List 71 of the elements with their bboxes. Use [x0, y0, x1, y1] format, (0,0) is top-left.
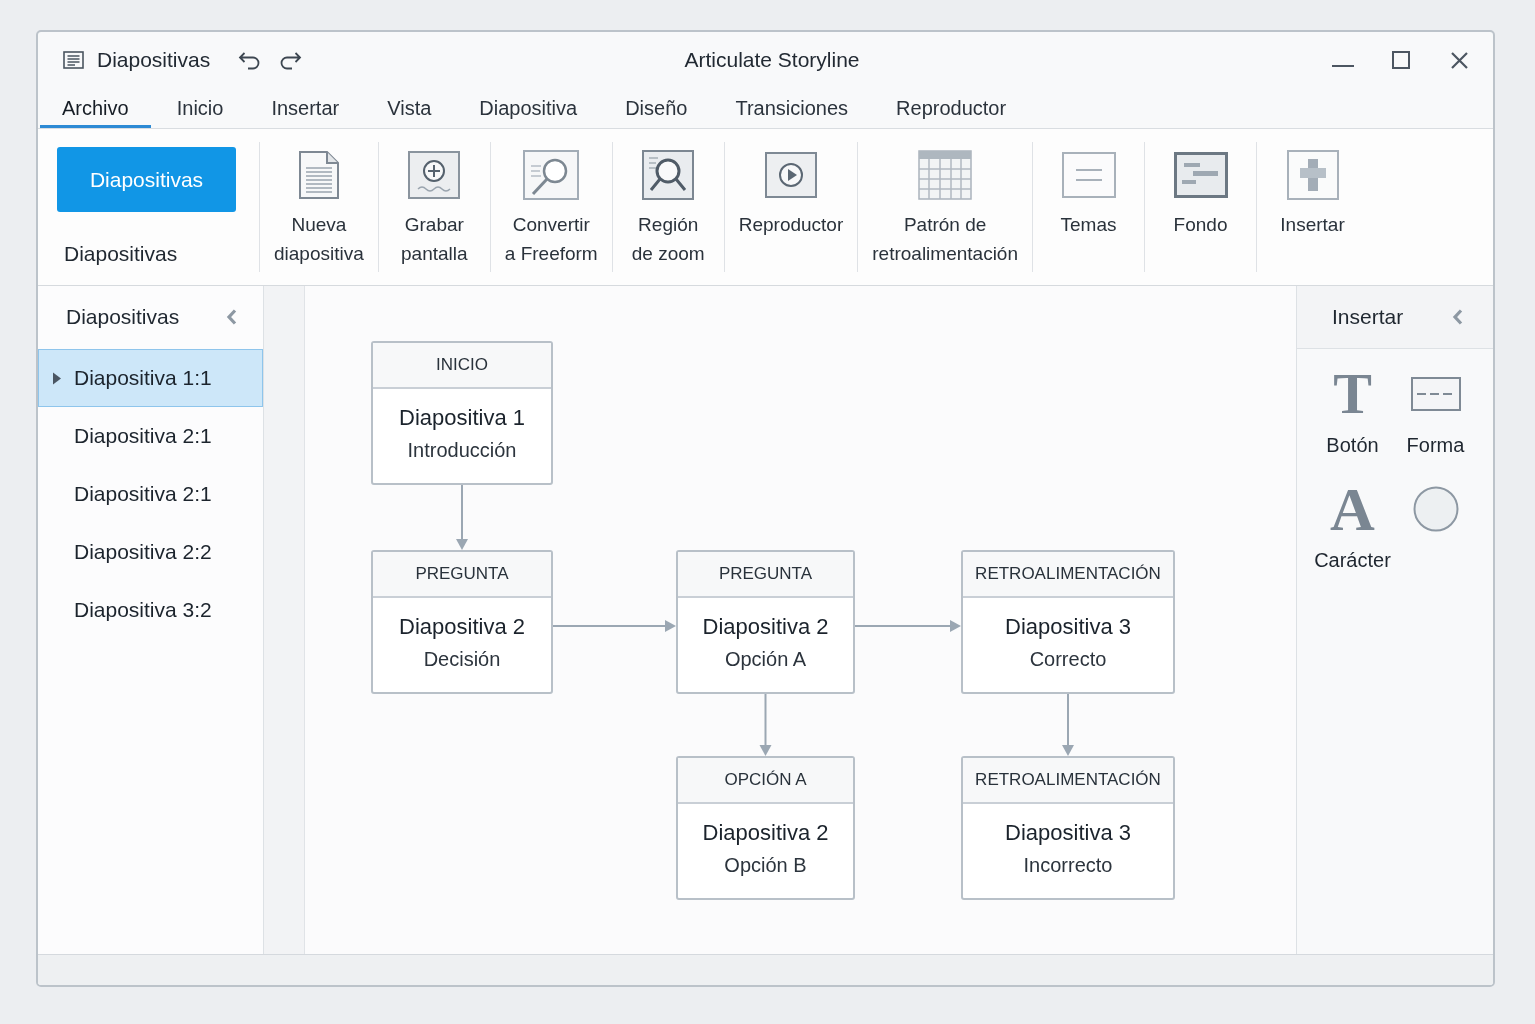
- insert-tool-button[interactable]: Forma: [1394, 369, 1477, 457]
- document-title: Diapositivas: [97, 48, 211, 72]
- undo-icon[interactable]: [238, 50, 261, 70]
- node-header: OPCIÓN A: [678, 758, 853, 804]
- serif-letter-icon: A: [1330, 484, 1375, 534]
- node-subtitle: Introducción: [407, 438, 517, 463]
- play-icon: [765, 152, 817, 198]
- node-subtitle: Incorrecto: [1023, 853, 1113, 878]
- flow-arrow: [1062, 693, 1074, 756]
- document-icon: [296, 150, 341, 200]
- slide-list-item[interactable]: Diapositiva 1:1: [38, 349, 263, 407]
- lines-icon: [1061, 152, 1116, 198]
- node-header: RETROALIMENTACIÓN: [963, 552, 1173, 598]
- node-title: Diapositiva 3: [1005, 819, 1131, 847]
- chevron-left-icon[interactable]: [226, 309, 237, 325]
- node-subtitle: Opción B: [724, 853, 807, 878]
- flow-arrow: [759, 693, 772, 756]
- ribbon-command-button[interactable]: Región de zoom: [611, 142, 724, 272]
- bars-icon: [1173, 152, 1228, 198]
- node-title: Diapositiva 2: [399, 613, 525, 641]
- node-subtitle: Decisión: [423, 647, 501, 672]
- node-header: PREGUNTA: [678, 552, 853, 598]
- menu-tab[interactable]: Insertar: [249, 88, 362, 128]
- panel-title: Insertar: [1332, 305, 1404, 329]
- menu-tab[interactable]: Transiciones: [713, 88, 871, 128]
- chevron-left-icon[interactable]: [1452, 309, 1463, 325]
- menu-tab[interactable]: Vista: [365, 88, 454, 128]
- ribbon-command-button[interactable]: Fondo: [1144, 142, 1256, 272]
- caret-right-icon: [52, 371, 62, 385]
- menu-tab[interactable]: Reproductor: [874, 88, 1029, 128]
- group-label: Diapositivas: [64, 241, 178, 267]
- menu-tab[interactable]: Diapositiva: [457, 88, 600, 128]
- close-icon[interactable]: [1450, 51, 1468, 69]
- panel-title: Diapositivas: [66, 305, 180, 329]
- dashed-rectangle-icon: [1410, 377, 1461, 411]
- node-header: INICIO: [373, 343, 551, 389]
- grid-icon: [918, 150, 973, 200]
- app-title: Articulate Storyline: [684, 48, 860, 72]
- plus-icon: [1286, 150, 1339, 200]
- insert-tool-button[interactable]: A Carácter: [1311, 484, 1394, 572]
- ribbon-command-button[interactable]: Grabar pantalla: [377, 142, 490, 272]
- ribbon-command-button[interactable]: Reproductor: [723, 142, 858, 272]
- flow-arrow: [456, 484, 468, 550]
- slide-list-item[interactable]: Diapositiva 2:2: [38, 523, 263, 581]
- node-title: Diapositiva 2: [702, 613, 829, 641]
- magnifier-icon: [523, 150, 580, 200]
- ribbon-command-button[interactable]: Nueva diapositiva: [259, 142, 378, 272]
- node-header: RETROALIMENTACIÓN: [963, 758, 1173, 804]
- insert-tool-button[interactable]: T Botón: [1311, 369, 1394, 457]
- slide-list-item[interactable]: Diapositiva 2:1: [38, 407, 263, 465]
- slide-list-item[interactable]: Diapositiva 2:1: [38, 465, 263, 523]
- ribbon-command-button[interactable]: Insertar: [1256, 142, 1368, 272]
- serif-letter-icon: T: [1333, 369, 1372, 419]
- circle-icon: [1412, 486, 1459, 532]
- framed-plus-icon: [408, 151, 461, 199]
- slide-list-item[interactable]: Diapositiva 3:2: [38, 581, 263, 639]
- redo-icon[interactable]: [280, 50, 303, 70]
- menu-tab[interactable]: Diseño: [603, 88, 710, 128]
- maximize-icon[interactable]: [1392, 51, 1410, 69]
- node-subtitle: Opción A: [724, 647, 807, 672]
- node-title: Diapositiva 2: [702, 819, 829, 847]
- ribbon-command-button[interactable]: Temas: [1032, 142, 1144, 272]
- node-title: Diapositiva 1: [399, 404, 525, 432]
- node-header: PREGUNTA: [373, 552, 551, 598]
- menu-tab[interactable]: Inicio: [154, 88, 246, 128]
- node-title: Diapositiva 3: [1005, 613, 1131, 641]
- ribbon-command-button[interactable]: Convertir a Freeform: [489, 142, 612, 272]
- node-subtitle: Correcto: [1029, 647, 1107, 672]
- ribbon-command-button[interactable]: Patrón de retroalimentación: [857, 142, 1032, 272]
- document-list-icon: [63, 51, 84, 69]
- magnifier-icon: [642, 150, 695, 200]
